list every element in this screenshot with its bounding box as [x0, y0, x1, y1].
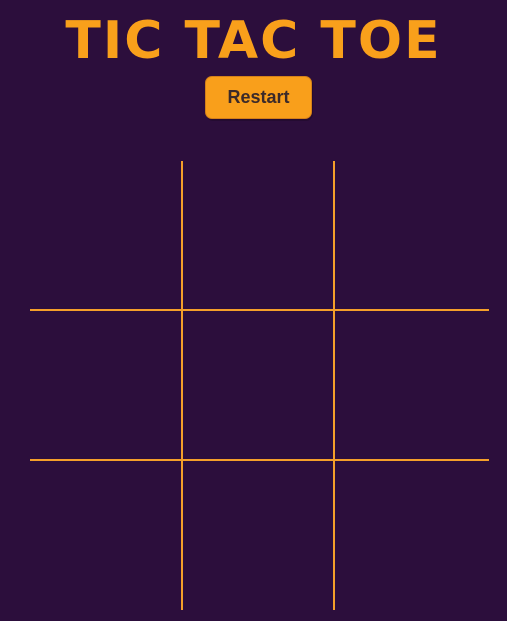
cell-mark: [30, 311, 181, 459]
board-cell-1[interactable]: [30, 161, 181, 309]
cell-mark: [336, 161, 489, 309]
game-board: [30, 161, 489, 610]
restart-button[interactable]: Restart: [205, 76, 312, 119]
cell-mark: [183, 461, 334, 610]
board-cell-7[interactable]: [30, 461, 181, 610]
board-cell-3[interactable]: [336, 161, 489, 309]
board-cell-6[interactable]: [336, 311, 489, 459]
cell-mark: [30, 161, 181, 309]
board-cell-5[interactable]: [183, 311, 334, 459]
grid-line-vertical-left: [181, 161, 183, 610]
board-cell-4[interactable]: [30, 311, 181, 459]
grid-line-horizontal-bottom: [30, 459, 489, 461]
cell-mark: [30, 461, 181, 610]
cell-mark: [336, 311, 489, 459]
board-cell-2[interactable]: [183, 161, 334, 309]
cell-mark: [183, 311, 334, 459]
board-cell-9[interactable]: [336, 461, 489, 610]
board-cell-8[interactable]: [183, 461, 334, 610]
grid-line-horizontal-top: [30, 309, 489, 311]
cell-mark: [183, 161, 334, 309]
game-title: TIC TAC TOE: [65, 11, 442, 71]
cell-mark: [336, 461, 489, 610]
grid-line-vertical-right: [333, 161, 335, 610]
game-page: TIC TAC TOE Restart: [0, 0, 507, 621]
